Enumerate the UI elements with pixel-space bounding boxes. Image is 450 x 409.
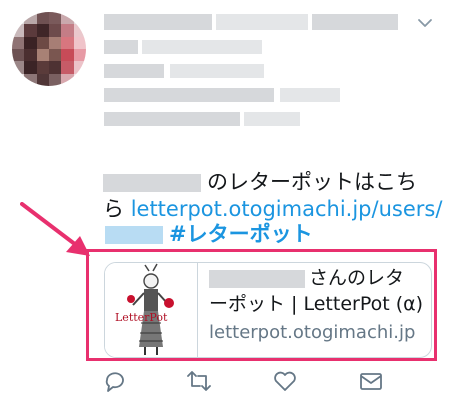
tweet-action-bar	[100, 368, 400, 396]
blurred-link-segment	[105, 226, 163, 244]
tweet-link[interactable]: letterpot.otogimachi.jp/users/	[131, 197, 443, 221]
envelope-icon[interactable]	[358, 368, 384, 394]
arrow-annotation-icon	[20, 202, 90, 256]
tweet-line-1-text: のレターポットはこち	[207, 170, 417, 194]
reply-icon[interactable]	[102, 368, 128, 394]
blurred-tweet-text	[100, 10, 410, 140]
retweet-icon[interactable]	[186, 368, 212, 394]
tweet-line-2: ら letterpot.otogimachi.jp/users/	[103, 195, 442, 223]
avatar[interactable]	[12, 12, 86, 86]
hashtag-link[interactable]: #レターポット	[169, 220, 313, 248]
highlight-box	[86, 249, 437, 361]
tweet-line-2-prefix: ら	[103, 197, 131, 221]
heart-icon[interactable]	[272, 368, 298, 394]
blurred-username	[103, 174, 201, 192]
chevron-down-icon[interactable]	[414, 12, 436, 34]
